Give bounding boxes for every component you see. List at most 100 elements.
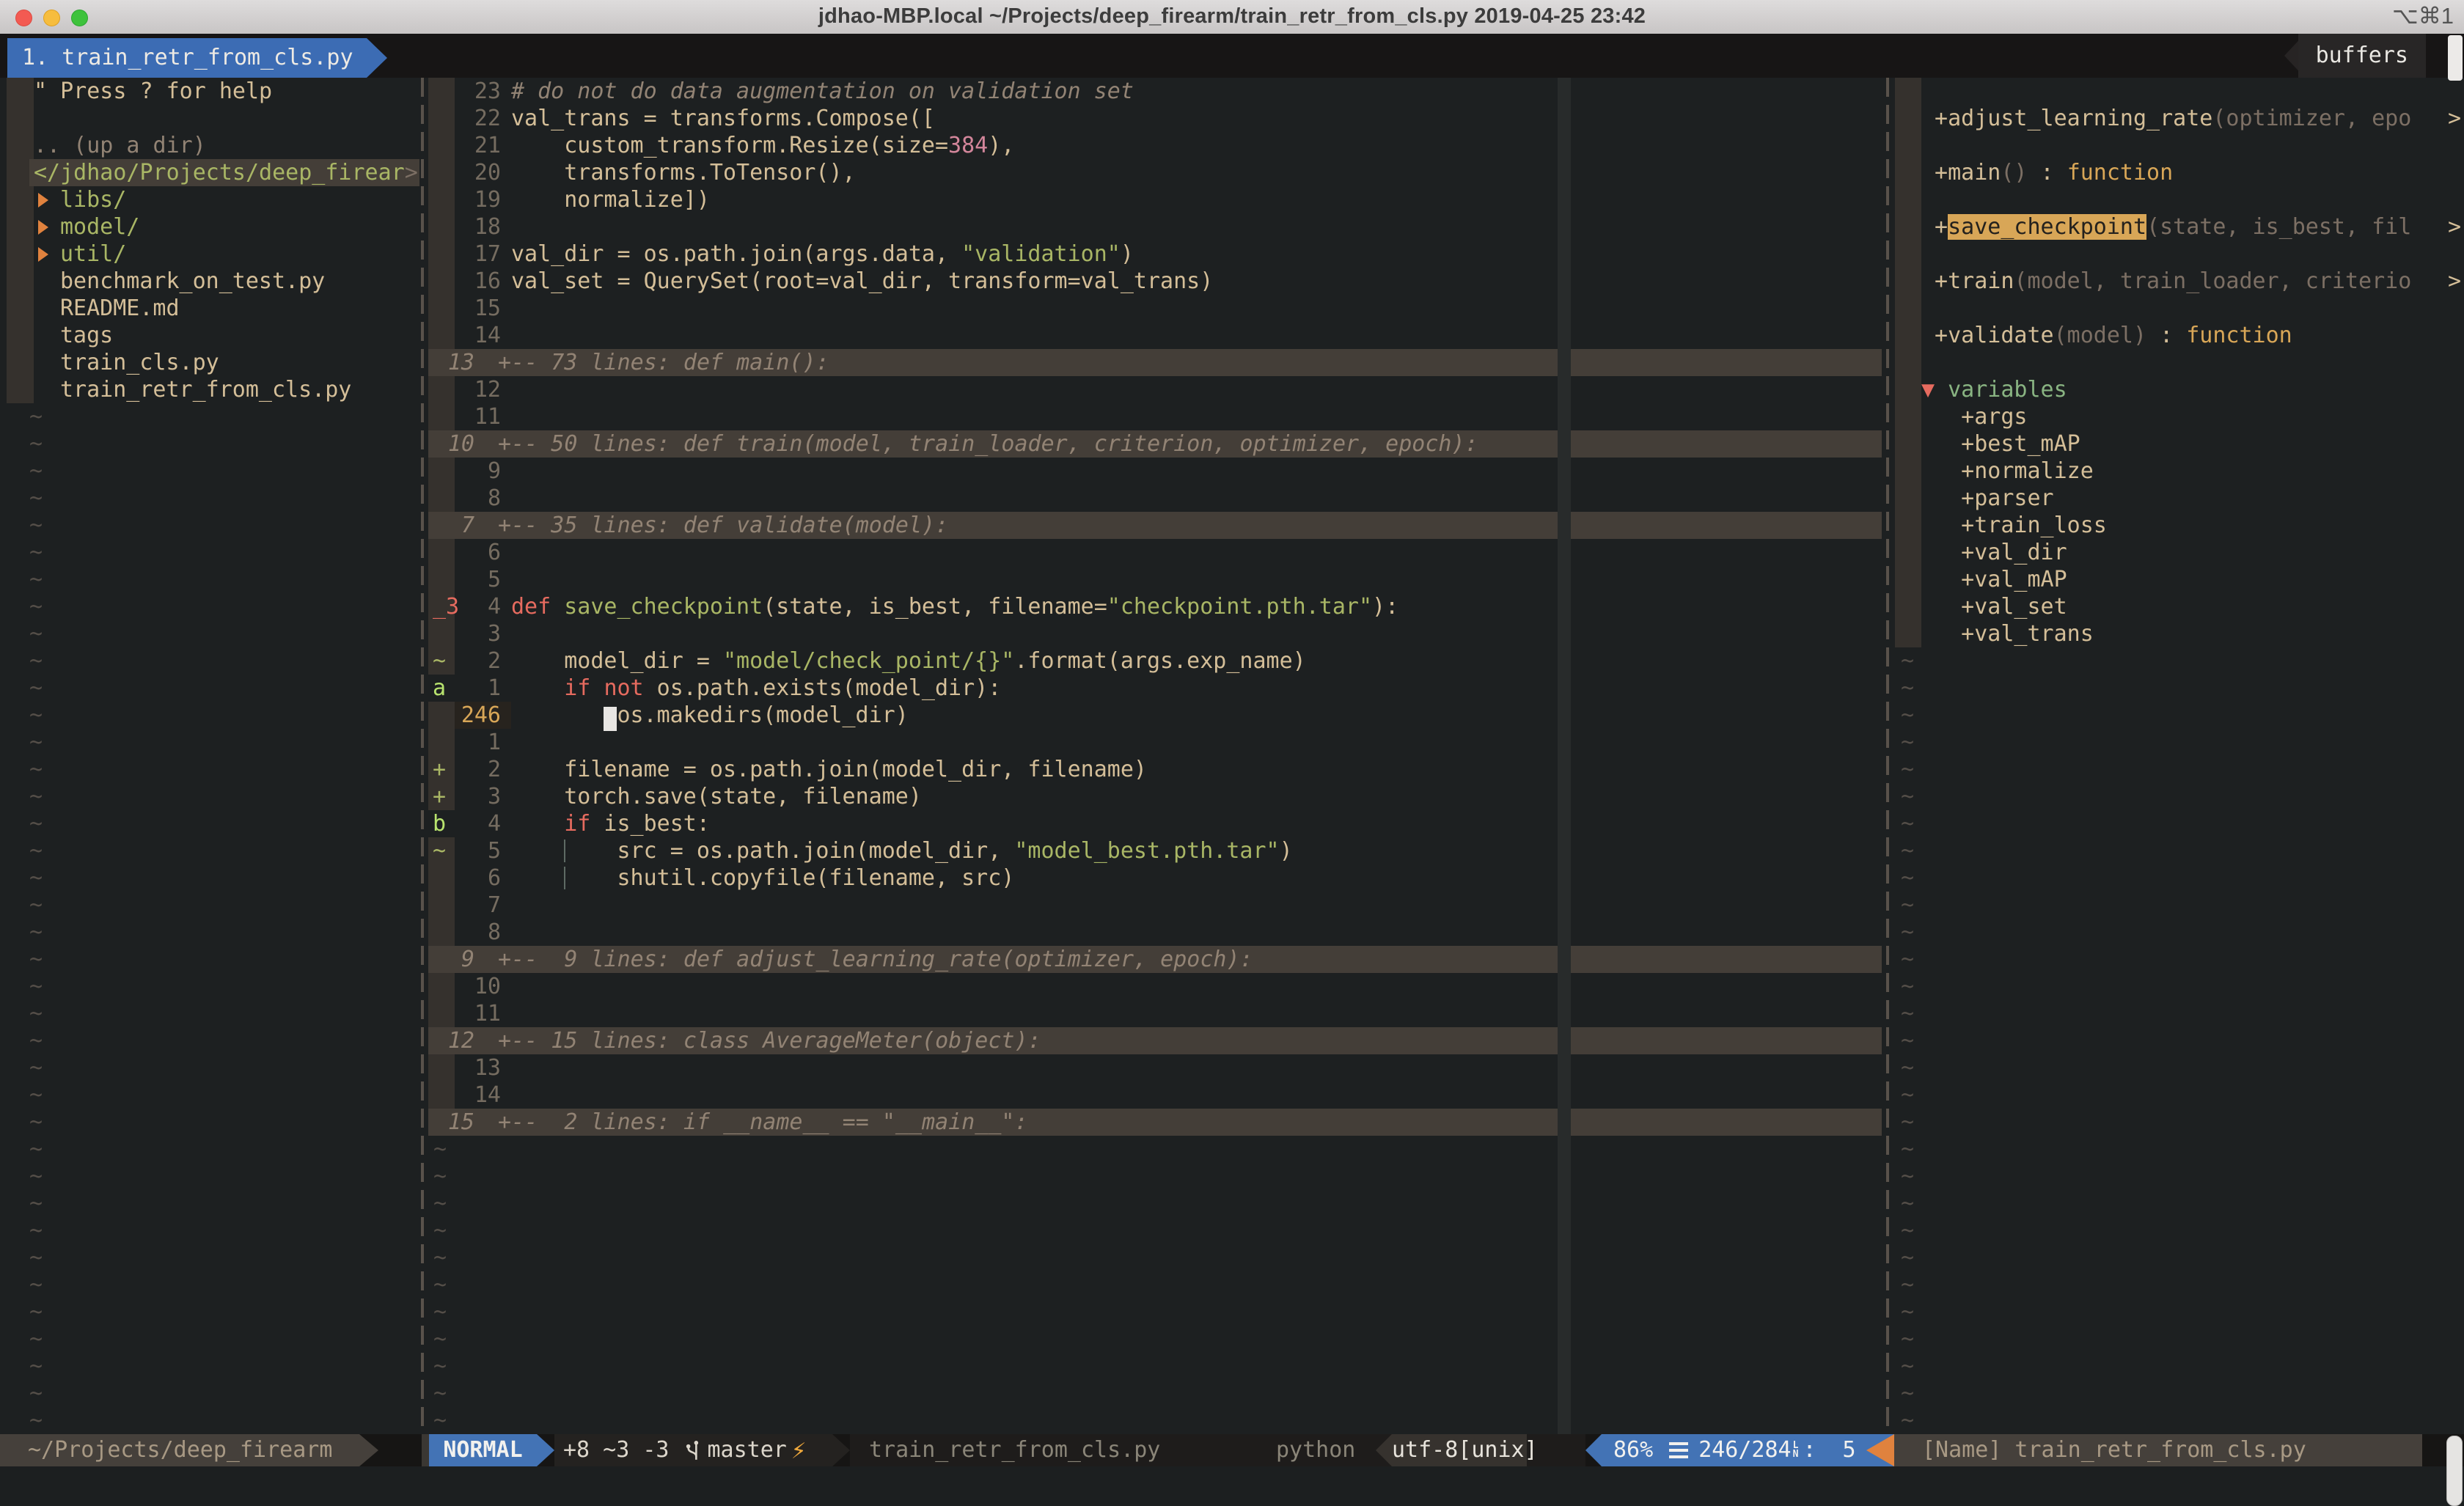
code-line[interactable]: +2 filename = os.path.join(model_dir, fi…: [428, 756, 1882, 783]
code-line[interactable]: 8: [428, 919, 1882, 946]
code-line[interactable]: 1: [428, 729, 1882, 756]
code-line[interactable]: 5: [428, 566, 1882, 593]
code-line[interactable]: 6 shutil.copyfile(filename, src): [428, 864, 1882, 892]
cursor-line[interactable]: 246 os.makedirs(model_dir): [428, 702, 1882, 729]
tagbar-item[interactable]: +main() : function: [1895, 159, 2464, 186]
code-line[interactable]: 19 normalize]): [428, 186, 1882, 213]
scrollbar-thumb[interactable]: [2446, 1436, 2463, 1506]
tagbar-item[interactable]: +val_dir: [1895, 539, 2464, 566]
line-number: 13: [455, 1054, 511, 1081]
nerdtree-item-root[interactable]: </jdhao/Projects/deep_firear>: [0, 159, 419, 186]
nerdtree-item-train_cls.py[interactable]: train_cls.py: [0, 349, 419, 376]
code-line[interactable]: a1 if not os.path.exists(model_dir):: [428, 675, 1882, 702]
sign-column-cell: [428, 729, 455, 756]
code-line[interactable]: 6: [428, 539, 1882, 566]
code-line[interactable]: b4 if is_best:: [428, 810, 1882, 837]
fold-line[interactable]: 13 +-- 73 lines: def main():: [428, 349, 1882, 376]
tagbar-item[interactable]: +normalize: [1895, 458, 2464, 485]
truncation-marker: >: [2448, 268, 2461, 295]
tab-active[interactable]: 1. train_retr_from_cls.py: [7, 38, 367, 78]
empty-line-tilde: ~: [1895, 1244, 2464, 1271]
code-line[interactable]: 9: [428, 458, 1882, 485]
code-line[interactable]: 15: [428, 295, 1882, 322]
tab-shortcut-hint: ⌥⌘1: [2392, 0, 2454, 32]
code-line[interactable]: ~5 src = os.path.join(model_dir, "model_…: [428, 837, 1882, 864]
code-line[interactable]: 17val_dir = os.path.join(args.data, "val…: [428, 240, 1882, 268]
code-line[interactable]: 11: [428, 403, 1882, 430]
indent-guide: [564, 867, 565, 889]
sign-column-cell: [428, 892, 455, 919]
code-line[interactable]: ~2 model_dir = "model/check_point/{}".fo…: [428, 647, 1882, 675]
code-line[interactable]: 22val_trans = transforms.Compose([: [428, 105, 1882, 132]
code-line[interactable]: +3 torch.save(state, filename): [428, 783, 1882, 810]
nerdtree-item-README.md[interactable]: README.md: [0, 295, 419, 322]
empty-line-tilde: ~: [1895, 1109, 2464, 1136]
nerdtree-item-benchmark_on_test.py[interactable]: benchmark_on_test.py: [0, 268, 419, 295]
code-line[interactable]: 20 transforms.ToTensor(),: [428, 159, 1882, 186]
code-line[interactable]: 21 custom_transform.Resize(size=384),: [428, 132, 1882, 159]
code-line[interactable]: 14: [428, 1081, 1882, 1109]
nerdtree-item-updir[interactable]: .. (up a dir): [0, 132, 419, 159]
tagbar-item[interactable]: ▼ variables: [1895, 376, 2464, 403]
code-segment: src = os.path.join(model_dir,: [511, 838, 1014, 864]
fold-line[interactable]: 15 +-- 2 lines: if __name__ == "__main__…: [428, 1109, 1882, 1136]
fold-line[interactable]: 9 +-- 9 lines: def adjust_learning_rate(…: [428, 946, 1882, 973]
nerdtree-file-label: train_cls.py: [60, 349, 219, 376]
code-line[interactable]: 14: [428, 322, 1882, 349]
nerdtree-item-util/[interactable]: util/: [0, 240, 419, 268]
code-line[interactable]: 16val_set = QuerySet(root=val_dir, trans…: [428, 268, 1882, 295]
command-line[interactable]: [0, 1466, 2464, 1506]
line-number: 18: [455, 213, 511, 240]
tagbar-item[interactable]: +parser: [1895, 485, 2464, 512]
chevron-right-icon[interactable]: [38, 220, 48, 235]
code-segment: if: [564, 811, 590, 837]
fold-line[interactable]: 12 +-- 15 lines: class AverageMeter(obje…: [428, 1027, 1882, 1054]
code-line[interactable]: 10: [428, 973, 1882, 1000]
tag-segment: variables: [1948, 377, 2067, 403]
code-line[interactable]: 7: [428, 892, 1882, 919]
sign-column-cell: [428, 1054, 455, 1081]
sign-column-cell: [428, 213, 455, 240]
fold-line[interactable]: 7 +-- 35 lines: def validate(model):: [428, 512, 1882, 539]
empty-line-tilde: ~: [428, 1271, 1882, 1299]
tagbar-item[interactable]: +val_set: [1895, 593, 2464, 620]
code-text: [511, 566, 1882, 593]
code-line[interactable]: 3: [428, 620, 1882, 647]
window-separator[interactable]: [421, 78, 424, 1434]
tagbar-item[interactable]: +train(model, train_loader, criterio>: [1895, 268, 2464, 295]
sign-column-cell: [428, 295, 455, 322]
code-line[interactable]: 11: [428, 1000, 1882, 1027]
tagbar-item[interactable]: +train_loss: [1895, 512, 2464, 539]
chevron-right-icon[interactable]: [38, 193, 48, 207]
code-line[interactable]: 12: [428, 376, 1882, 403]
empty-line-tilde: ~: [0, 1000, 419, 1027]
tagbar-item[interactable]: +val_trans: [1895, 620, 2464, 647]
nerdtree-item-libs/[interactable]: libs/: [0, 186, 419, 213]
code-text: def save_checkpoint(state, is_best, file…: [511, 593, 1882, 620]
code-line[interactable]: 23# do not do data augmentation on valid…: [428, 78, 1882, 105]
fold-line[interactable]: 10 +-- 50 lines: def train(model, train_…: [428, 430, 1882, 458]
code-line[interactable]: _34def save_checkpoint(state, is_best, f…: [428, 593, 1882, 620]
code-text: [511, 295, 1882, 322]
tagbar-item[interactable]: +best_mAP: [1895, 430, 2464, 458]
empty-line-tilde: ~: [1895, 756, 2464, 783]
tagbar-item[interactable]: +args: [1895, 403, 2464, 430]
nerdtree-item-model/[interactable]: model/: [0, 213, 419, 240]
empty-line-tilde: ~: [0, 892, 419, 919]
line-number: 10: [455, 973, 511, 1000]
tagbar-item[interactable]: +adjust_learning_rate(optimizer, epo>: [1895, 105, 2464, 132]
nerdtree-item-tags[interactable]: tags: [0, 322, 419, 349]
tag-segment: +val_mAP: [1921, 567, 2067, 592]
nerdtree-item-blank: [0, 105, 419, 132]
code-line[interactable]: 8: [428, 485, 1882, 512]
tag-segment: function: [2067, 160, 2174, 186]
code-line[interactable]: 18: [428, 213, 1882, 240]
tagbar-item[interactable]: +save_checkpoint(state, is_best, fil>: [1895, 213, 2464, 240]
tagbar-item[interactable]: +val_mAP: [1895, 566, 2464, 593]
tagbar-item[interactable]: +validate(model) : function: [1895, 322, 2464, 349]
window-separator[interactable]: [1886, 78, 1889, 1434]
chevron-right-icon[interactable]: [38, 247, 48, 262]
tilde: ~: [433, 1353, 447, 1380]
nerdtree-item-train_retr_from_cls.py[interactable]: train_retr_from_cls.py: [0, 376, 419, 403]
code-line[interactable]: 13: [428, 1054, 1882, 1081]
